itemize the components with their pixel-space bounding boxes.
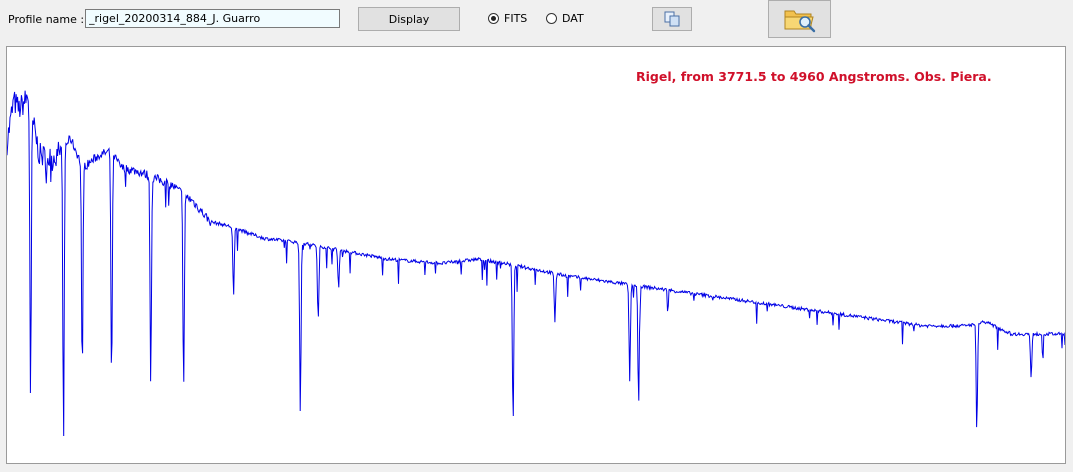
open-file-button[interactable]: [768, 0, 831, 38]
folder-search-icon: [784, 10, 815, 33]
spectrum-chart: [7, 90, 1065, 437]
spectrum-line: [7, 90, 1065, 437]
profile-name-label: Profile name :: [8, 13, 85, 26]
toolbar: Profile name : Display FITS DAT: [0, 0, 1073, 44]
copy-button[interactable]: [652, 7, 692, 31]
profile-name-input[interactable]: [85, 9, 340, 28]
display-button[interactable]: Display: [358, 7, 460, 31]
spectrum-plot: Rigel, from 3771.5 to 4960 Angstroms. Ob…: [6, 46, 1066, 464]
dat-radio-indicator: [546, 13, 557, 24]
copy-icon: [664, 11, 680, 27]
plot-title: Rigel, from 3771.5 to 4960 Angstroms. Ob…: [636, 69, 992, 84]
dat-radio[interactable]: DAT: [546, 12, 584, 25]
dat-radio-label: DAT: [562, 12, 584, 25]
fits-radio-label: FITS: [504, 12, 528, 25]
fits-radio-indicator: [488, 13, 499, 24]
fits-radio[interactable]: FITS: [488, 12, 527, 25]
